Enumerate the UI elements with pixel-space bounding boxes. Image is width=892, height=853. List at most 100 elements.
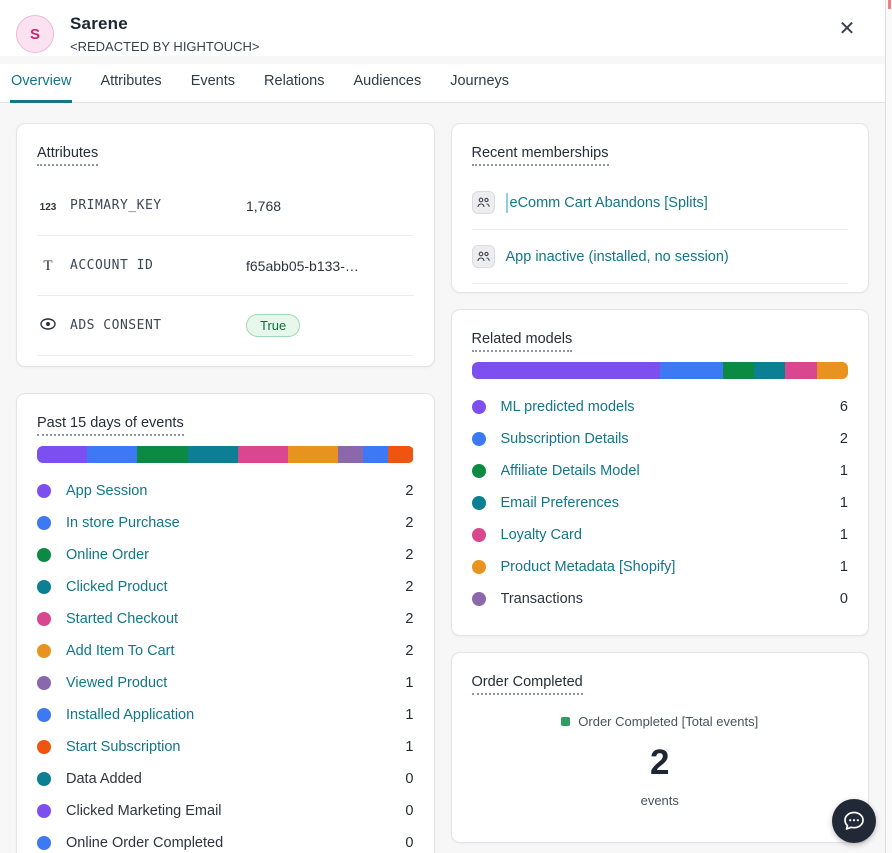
event-count: 0 xyxy=(405,803,413,819)
attributes-card-title: Attributes xyxy=(37,145,98,166)
event-link[interactable]: Clicked Product xyxy=(66,579,405,595)
model-link[interactable]: Email Preferences xyxy=(501,495,840,511)
number-type-icon: 123 xyxy=(37,197,59,215)
event-label: Data Added xyxy=(66,771,405,787)
model-color-dot xyxy=(472,464,486,478)
event-list-item: Online Order 2 xyxy=(37,539,414,571)
attribute-label: ACCOUNT ID xyxy=(70,258,153,273)
tab-audiences[interactable]: Audiences xyxy=(352,64,422,103)
event-count: 2 xyxy=(405,515,413,531)
event-color-dot xyxy=(37,580,51,594)
membership-link[interactable]: App inactive (installed, no session) xyxy=(506,249,729,265)
event-color-dot xyxy=(37,804,51,818)
metric-legend: Order Completed [Total events] xyxy=(561,714,758,729)
related-models-stacked-bar xyxy=(472,362,849,379)
bar-segment xyxy=(37,446,87,463)
event-list-item: Clicked Marketing Email 0 xyxy=(37,795,414,827)
attribute-label: PRIMARY_KEY xyxy=(70,198,162,213)
event-link[interactable]: App Session xyxy=(66,483,405,499)
model-link[interactable]: Subscription Details xyxy=(501,431,840,447)
event-color-dot xyxy=(37,644,51,658)
event-link[interactable]: Viewed Product xyxy=(66,675,405,691)
tab-attributes[interactable]: Attributes xyxy=(99,64,162,103)
membership-link[interactable]: eComm Cart Abandons [Splits] xyxy=(506,193,708,213)
event-list-item: Clicked Product 2 xyxy=(37,571,414,603)
model-color-dot xyxy=(472,496,486,510)
bar-segment xyxy=(723,362,754,379)
bar-segment xyxy=(363,446,388,463)
bar-segment xyxy=(338,446,363,463)
bar-segment xyxy=(188,446,238,463)
model-list-item: Transactions 0 xyxy=(472,583,849,615)
attributes-card: Attributes 123 PRIMARY_KEY 1,768 T ACCOU… xyxy=(16,123,435,367)
title-block: Sarene <REDACTED BY HIGHTOUCH> xyxy=(70,14,260,54)
event-list-item: Installed Application 1 xyxy=(37,699,414,731)
model-link[interactable]: ML predicted models xyxy=(501,399,840,415)
event-count: 2 xyxy=(405,611,413,627)
tab-overview[interactable]: Overview xyxy=(10,64,72,103)
attribute-row: T ACCOUNT ID f65abb05-b133-… xyxy=(37,236,414,296)
close-icon[interactable]: ✕ xyxy=(836,18,858,40)
attribute-row: ADS CONSENT True xyxy=(37,296,414,356)
model-label: Transactions xyxy=(501,591,840,607)
drawer-header: S Sarene <REDACTED BY HIGHTOUCH> ✕ xyxy=(0,0,885,56)
page-subtitle: <REDACTED BY HIGHTOUCH> xyxy=(70,39,260,54)
event-count: 2 xyxy=(405,643,413,659)
model-color-dot xyxy=(472,528,486,542)
event-link[interactable]: In store Purchase xyxy=(66,515,405,531)
model-list-item: Product Metadata [Shopify] 1 xyxy=(472,551,849,583)
event-link[interactable]: Add Item To Cart xyxy=(66,643,405,659)
event-link[interactable]: Online Order xyxy=(66,547,405,563)
event-count: 1 xyxy=(405,707,413,723)
text-cursor xyxy=(506,193,508,213)
tab-journeys[interactable]: Journeys xyxy=(449,64,510,103)
model-count: 1 xyxy=(840,559,848,575)
audience-users-icon xyxy=(472,245,495,268)
event-color-dot xyxy=(37,836,51,850)
chat-bubble-button[interactable] xyxy=(832,799,876,843)
related-models-card: Related models ML predicted models 6 xyxy=(451,309,870,636)
memberships-card: Recent memberships eComm Cart Abandons [… xyxy=(451,123,870,293)
event-list-item: In store Purchase 2 xyxy=(37,507,414,539)
event-count: 0 xyxy=(405,771,413,787)
event-list-item: Add Item To Cart 2 xyxy=(37,635,414,667)
model-list-item: Loyalty Card 1 xyxy=(472,519,849,551)
event-color-dot xyxy=(37,772,51,786)
event-count: 2 xyxy=(405,483,413,499)
model-list-item: Subscription Details 2 xyxy=(472,423,849,455)
event-count: 2 xyxy=(405,547,413,563)
model-color-dot xyxy=(472,592,486,606)
event-label: Clicked Marketing Email xyxy=(66,803,405,819)
event-color-dot xyxy=(37,548,51,562)
event-color-dot xyxy=(37,740,51,754)
event-link[interactable]: Start Subscription xyxy=(66,739,405,755)
event-color-dot xyxy=(37,484,51,498)
drawer-body: Attributes 123 PRIMARY_KEY 1,768 T ACCOU… xyxy=(0,103,885,853)
event-label: Online Order Completed xyxy=(66,835,405,851)
event-color-dot xyxy=(37,676,51,690)
event-color-dot xyxy=(37,708,51,722)
model-count: 0 xyxy=(840,591,848,607)
model-count: 2 xyxy=(840,431,848,447)
model-link[interactable]: Loyalty Card xyxy=(501,527,840,543)
attribute-value: f65abb05-b133-… xyxy=(246,258,359,274)
bar-segment xyxy=(238,446,288,463)
bar-segment xyxy=(660,362,723,379)
model-link[interactable]: Product Metadata [Shopify] xyxy=(501,559,840,575)
model-list-item: Email Preferences 1 xyxy=(472,487,849,519)
event-list-item: Viewed Product 1 xyxy=(37,667,414,699)
tab-events[interactable]: Events xyxy=(190,64,236,103)
status-badge: True xyxy=(246,314,300,337)
bar-segment xyxy=(785,362,816,379)
metric-unit: events xyxy=(472,793,849,808)
model-link[interactable]: Affiliate Details Model xyxy=(501,463,840,479)
model-list-item: Affiliate Details Model 1 xyxy=(472,455,849,487)
model-color-dot xyxy=(472,400,486,414)
avatar: S xyxy=(16,15,54,53)
event-color-dot xyxy=(37,612,51,626)
metric-value: 2 xyxy=(472,743,849,783)
event-list-item: Online Order Completed 0 xyxy=(37,827,414,853)
event-link[interactable]: Installed Application xyxy=(66,707,405,723)
tab-relations[interactable]: Relations xyxy=(263,64,325,103)
event-link[interactable]: Started Checkout xyxy=(66,611,405,627)
